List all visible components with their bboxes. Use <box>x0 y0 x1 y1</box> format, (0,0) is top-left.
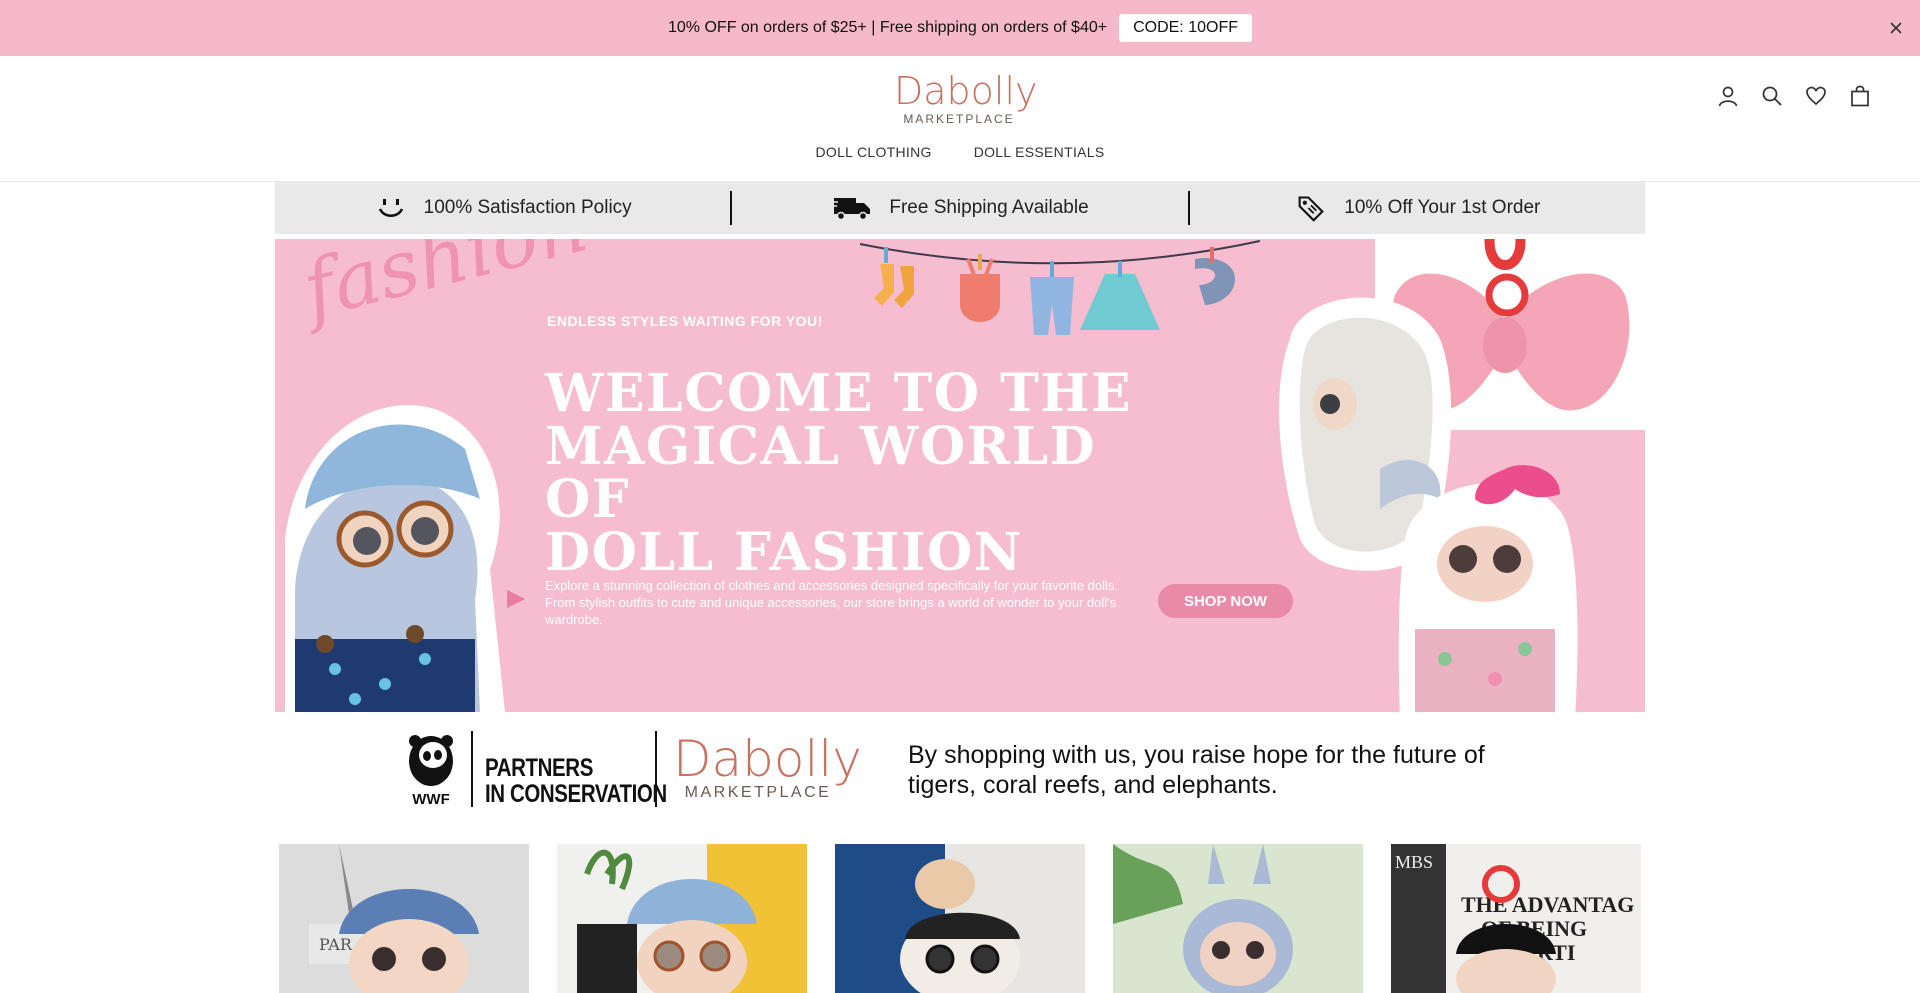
feature-satisfaction: 100% Satisfaction Policy <box>275 182 730 234</box>
main-nav: DOLL CLOTHING DOLL ESSENTIALS <box>0 144 1920 160</box>
announcement-text: 10% OFF on orders of $25+ | Free shippin… <box>668 19 1108 36</box>
product-card[interactable]: PAR <box>279 844 529 993</box>
product-card[interactable]: MBS THE ADVANTAG OF BEING N ARTI <box>1391 844 1641 993</box>
account-icon[interactable] <box>1716 84 1740 108</box>
brand-logo-sub: MARKETPLACE <box>684 784 832 801</box>
hero-title: WELCOME TO THE MAGICAL WORLD OF DOLL FAS… <box>545 367 1185 579</box>
product-image <box>1113 844 1363 993</box>
product-image <box>835 844 1085 993</box>
brand-logo-sub: MARKETPLACE <box>903 112 1015 126</box>
clothesline-illustration <box>860 240 1260 335</box>
smile-icon <box>378 199 403 218</box>
product-image: MBS THE ADVANTAG OF BEING N ARTI <box>1391 844 1641 993</box>
partners-line: IN CONSERVATION <box>485 780 667 808</box>
price-tag-icon <box>1298 196 1325 222</box>
nav-doll-clothing[interactable]: DOLL CLOTHING <box>816 144 932 160</box>
doll-pink-bow-image <box>1398 465 1578 712</box>
partners-text: PARTNERS IN CONSERVATION <box>485 755 667 807</box>
wwf-panda-logo: WWF <box>409 735 453 807</box>
feature-label: Free Shipping Available <box>889 197 1089 218</box>
feature-label: 100% Satisfaction Policy <box>423 197 632 218</box>
brand-logo[interactable]: Dabolly MARKETPLACE <box>894 69 1038 126</box>
product-image <box>557 844 807 993</box>
discount-code-badge[interactable]: CODE: 10OFF <box>1119 14 1252 42</box>
hero-description: Explore a stunning collection of clothes… <box>545 578 1119 627</box>
hero-eyebrow: ENDLESS STYLES WAITING FOR YOU! <box>547 313 823 329</box>
wishlist-heart-icon[interactable] <box>1804 84 1828 108</box>
cart-bag-icon[interactable] <box>1848 84 1872 108</box>
product-grid: PAR MBS THE ADVANTAG OF BEING <box>279 844 1641 993</box>
search-icon[interactable] <box>1760 84 1784 108</box>
feature-shipping: Free Shipping Available <box>732 182 1187 234</box>
header-icons <box>1716 84 1872 108</box>
product-image: PAR <box>279 844 529 993</box>
product-card[interactable] <box>557 844 807 993</box>
features-strip: 100% Satisfaction Policy Free Shipping A… <box>275 182 1645 234</box>
close-icon[interactable] <box>1884 16 1908 40</box>
shop-now-button[interactable]: SHOP NOW <box>1158 584 1293 618</box>
product-card[interactable] <box>1113 844 1363 993</box>
product-sign-text: PAR <box>319 935 353 954</box>
announcement-bar: 10% OFF on orders of $25+ | Free shippin… <box>0 0 1920 56</box>
conservation-text: By shopping with us, you raise hope for … <box>908 741 1485 799</box>
feature-discount: 10% Off Your 1st Order <box>1190 182 1645 234</box>
brand-logo-secondary: Dabolly MARKETPLACE <box>673 730 862 802</box>
brand-logo-name: Dabolly <box>673 730 862 788</box>
product-poster-text: MBS <box>1395 852 1433 872</box>
truck-icon <box>832 198 871 221</box>
hero-title-line: WELCOME TO THE <box>545 363 1133 424</box>
divider <box>655 731 657 807</box>
divider <box>471 731 473 807</box>
site-header: Dabolly MARKETPLACE DOLL CLOTHING DOLL E… <box>0 56 1920 182</box>
hero-title-line: DOLL FASHION <box>545 522 1023 583</box>
wwf-label: WWF <box>412 791 449 807</box>
brand-logo-name: Dabolly <box>894 69 1038 113</box>
doll-bucket-hat-image <box>285 405 505 712</box>
conservation-banner: WWF PARTNERS IN CONSERVATION Dabolly MAR… <box>405 728 1515 818</box>
hero-banner[interactable]: fashion ENDLESS STYLES WAITING FOR YOU! … <box>275 239 1645 712</box>
product-card[interactable] <box>835 844 1085 993</box>
partners-line: PARTNERS <box>485 754 593 782</box>
feature-label: 10% Off Your 1st Order <box>1344 197 1541 218</box>
nav-doll-essentials[interactable]: DOLL ESSENTIALS <box>974 144 1105 160</box>
hero-title-line: MAGICAL WORLD OF <box>545 416 1097 530</box>
